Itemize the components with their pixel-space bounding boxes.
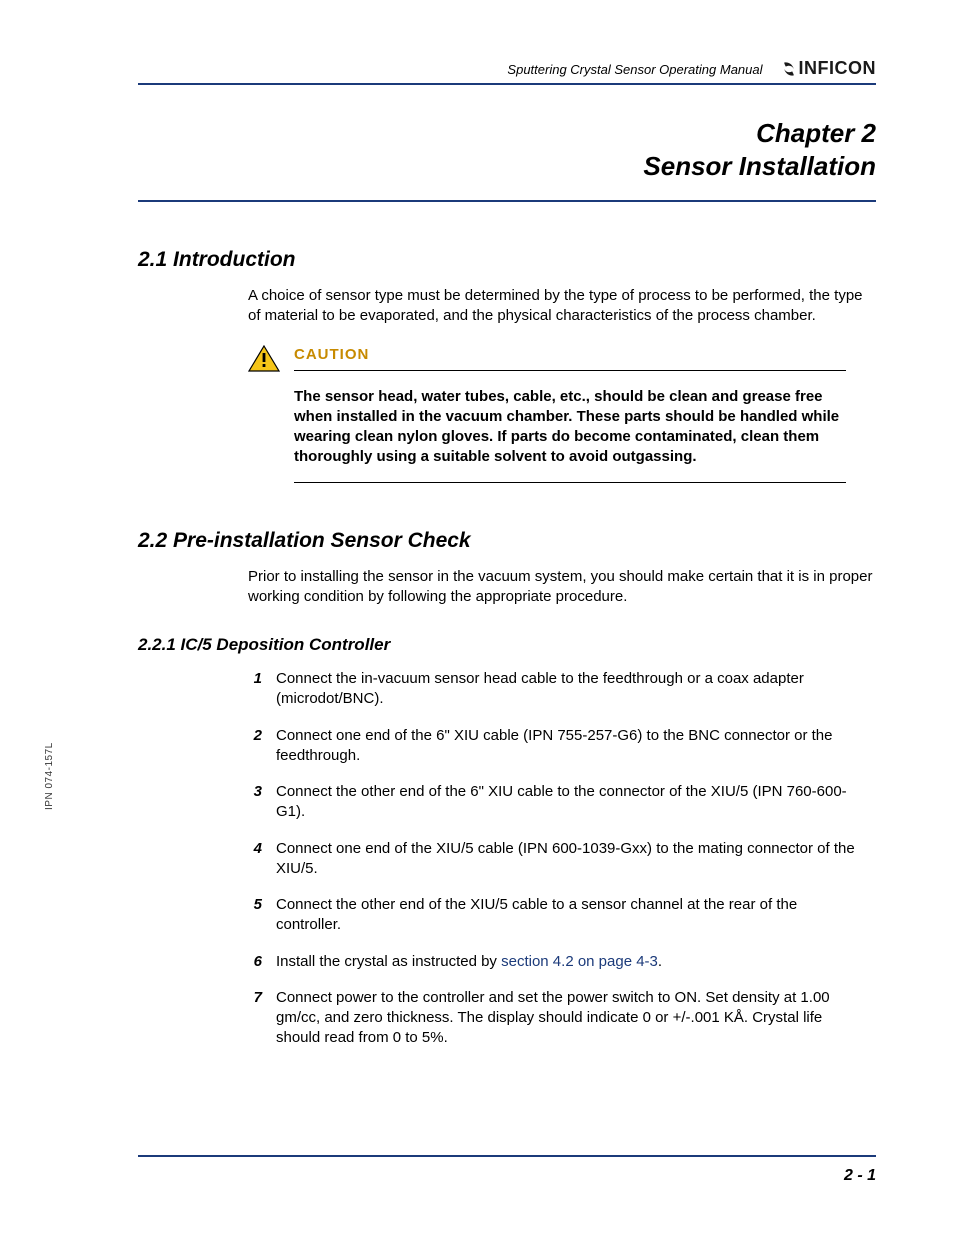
list-num: 4 — [248, 839, 262, 880]
brand-logo: INFICON — [781, 58, 877, 79]
list-item: 6 Install the crystal as instructed by s… — [248, 952, 866, 972]
chapter-name: Sensor Installation — [138, 150, 876, 183]
section-2-1-heading: 2.1 Introduction — [138, 248, 876, 272]
list-num: 6 — [248, 952, 262, 972]
caution-block: CAUTION The sensor head, water tubes, ca… — [248, 345, 846, 483]
doc-title: Sputtering Crystal Sensor Operating Manu… — [507, 62, 762, 79]
caution-triangle-icon — [248, 345, 280, 373]
inficon-logo-icon — [781, 60, 797, 78]
list-item: 3 Connect the other end of the 6" XIU ca… — [248, 782, 866, 823]
page-footer: 2 - 1 — [138, 1155, 876, 1185]
section-2-2-body: Prior to installing the sensor in the va… — [248, 567, 876, 608]
section-2-1-body: A choice of sensor type must be determin… — [248, 286, 876, 327]
list-text: Connect power to the controller and set … — [276, 988, 866, 1049]
list-num: 3 — [248, 782, 262, 823]
list-text: Connect one end of the XIU/5 cable (IPN … — [276, 839, 866, 880]
page-header: Sputtering Crystal Sensor Operating Manu… — [138, 58, 876, 85]
section-2-2-heading: 2.2 Pre-installation Sensor Check — [138, 529, 876, 553]
list-item: 5 Connect the other end of the XIU/5 cab… — [248, 895, 866, 936]
chapter-number: Chapter 2 — [138, 117, 876, 150]
list-item: 4 Connect one end of the XIU/5 cable (IP… — [248, 839, 866, 880]
list-num: 5 — [248, 895, 262, 936]
side-ipn-label: IPN 074-157L — [44, 742, 55, 810]
list-text: Connect the other end of the XIU/5 cable… — [276, 895, 866, 936]
list-text: Connect the other end of the 6" XIU cabl… — [276, 782, 866, 823]
list-text: Install the crystal as instructed by sec… — [276, 952, 662, 972]
brand-text: INFICON — [799, 58, 877, 79]
list-num: 7 — [248, 988, 262, 1049]
list-text: Connect the in-vacuum sensor head cable … — [276, 669, 866, 710]
cross-ref-link[interactable]: section 4.2 on page 4-3 — [501, 953, 658, 970]
list-num: 2 — [248, 726, 262, 767]
list-item: 2 Connect one end of the 6" XIU cable (I… — [248, 726, 866, 767]
section-2-2-1-heading: 2.2.1 IC/5 Deposition Controller — [138, 635, 876, 655]
list-item: 1 Connect the in-vacuum sensor head cabl… — [248, 669, 866, 710]
caution-label: CAUTION — [294, 346, 369, 363]
caution-body: The sensor head, water tubes, cable, etc… — [294, 387, 846, 483]
list-text: Connect one end of the 6" XIU cable (IPN… — [276, 726, 866, 767]
chapter-title-block: Chapter 2 Sensor Installation — [138, 117, 876, 202]
procedure-list: 1 Connect the in-vacuum sensor head cabl… — [248, 669, 866, 1049]
page-number: 2 - 1 — [844, 1167, 876, 1184]
list-num: 1 — [248, 669, 262, 710]
list-item: 7 Connect power to the controller and se… — [248, 988, 866, 1049]
